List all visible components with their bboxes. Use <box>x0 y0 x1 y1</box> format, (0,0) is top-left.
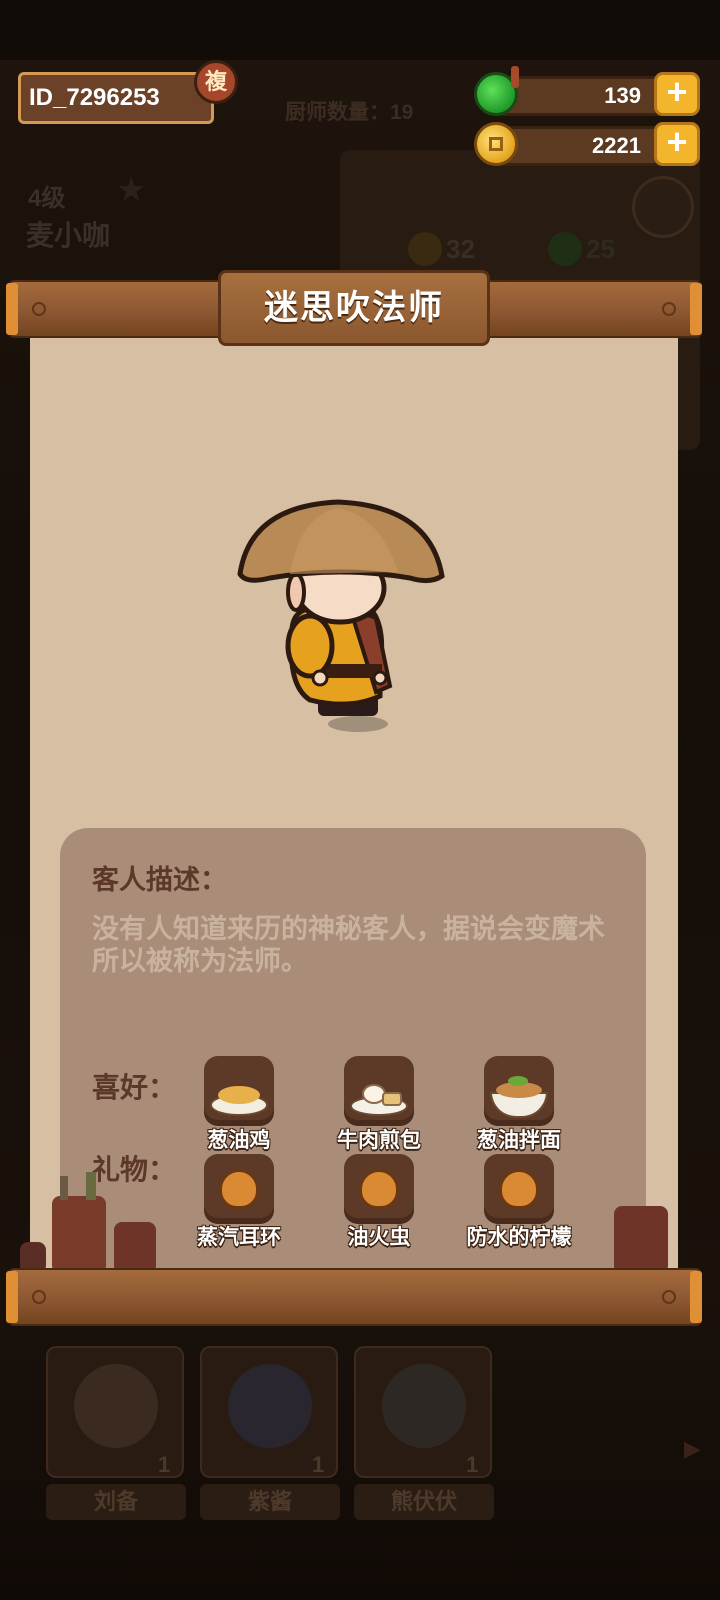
preferences-label: 喜好： <box>92 1072 177 1103</box>
jar-decoration <box>114 1222 156 1270</box>
oil-firefly-icon <box>359 1169 399 1209</box>
jar-decoration <box>60 1176 68 1200</box>
jade-cord-icon <box>511 66 519 88</box>
rod-cap-left <box>6 1271 18 1323</box>
chef-count: 1 <box>466 1452 479 1477</box>
gift-slot[interactable] <box>204 1154 274 1224</box>
rivet <box>32 1290 46 1304</box>
preference-label: 葱油鸡 <box>207 1129 271 1152</box>
player-name: 麦小咖 <box>26 220 111 251</box>
steam-earring-icon <box>219 1169 259 1209</box>
chef-card: 1 <box>200 1346 338 1478</box>
preference-slot[interactable] <box>484 1056 554 1126</box>
chef-name: 紫酱 <box>200 1484 340 1520</box>
chef-avatar <box>228 1364 312 1448</box>
chef-avatar <box>382 1364 466 1448</box>
gift-slot[interactable] <box>484 1154 554 1224</box>
preference-label: 牛肉煎包 <box>337 1129 421 1152</box>
description-heading: 客人描述： <box>92 865 227 895</box>
chef-count: 1 <box>312 1452 325 1477</box>
popup-bottom-rod <box>8 1268 702 1326</box>
chevron-right-icon: ▶ <box>684 1436 701 1461</box>
copy-id-button[interactable]: 複 <box>194 60 238 104</box>
jar-decoration <box>20 1242 46 1270</box>
wizard-monk-character <box>237 499 445 732</box>
rivet <box>662 302 676 316</box>
bg-stat-2: 25 <box>586 234 615 264</box>
jar-decoration <box>614 1206 668 1270</box>
chef-card: 1 <box>46 1346 184 1478</box>
popup-title: 迷思吹法师 <box>218 270 490 346</box>
scallion-shape <box>508 1076 528 1086</box>
chef-count-label: 厨师数量：19 <box>285 101 414 124</box>
gift-label: 油火虫 <box>347 1226 411 1249</box>
preference-slot[interactable] <box>344 1056 414 1126</box>
chef-card: 1 <box>354 1346 492 1478</box>
chef-name: 刘备 <box>46 1484 186 1520</box>
jar-decoration <box>52 1196 106 1270</box>
coin-icon <box>474 122 518 166</box>
chef-count: 1 <box>158 1452 171 1477</box>
star-icon: ★ <box>116 171 147 209</box>
add-gems-button[interactable]: + <box>654 72 700 116</box>
bg-stat-1: 32 <box>446 234 475 264</box>
preference-slot[interactable] <box>204 1056 274 1126</box>
waterproof-lemon-icon <box>499 1169 539 1209</box>
gift-slot[interactable] <box>344 1154 414 1224</box>
gift-label: 防水的柠檬 <box>466 1226 572 1249</box>
gifts-label: 礼物： <box>92 1154 177 1185</box>
chef-name: 熊伏伏 <box>354 1484 494 1520</box>
bun-shape <box>382 1092 402 1106</box>
bg-stat-icon-2 <box>548 232 582 266</box>
player-id-box: ID_7296253 <box>18 72 214 124</box>
rivet <box>32 302 46 316</box>
rod-cap-left <box>6 283 18 335</box>
customer-description: 没有人知道来历的神秘客人，据说会变魔术所以被称为法师。 <box>92 914 605 976</box>
rivet <box>662 1290 676 1304</box>
player-level: 4级 <box>28 185 66 212</box>
preference-label: 葱油拌面 <box>477 1129 561 1152</box>
rod-cap-right <box>690 1271 702 1323</box>
chef-avatar <box>74 1364 158 1448</box>
gift-label: 蒸汽耳环 <box>197 1226 281 1249</box>
background-round-button <box>632 176 694 238</box>
rod-cap-right <box>690 283 702 335</box>
add-coins-button[interactable]: + <box>654 122 700 166</box>
bg-stat-icon-1 <box>408 232 442 266</box>
dish-food <box>218 1086 260 1104</box>
jar-decoration <box>86 1172 96 1200</box>
